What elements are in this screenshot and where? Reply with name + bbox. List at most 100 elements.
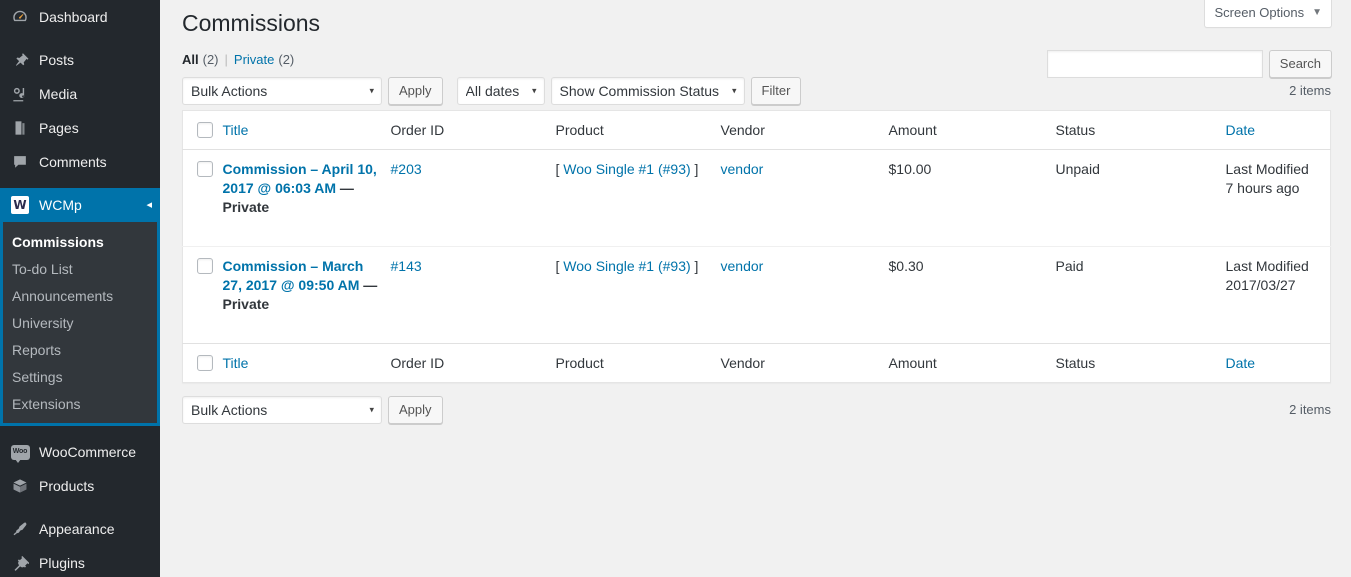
sidebar-item-plugins[interactable]: Plugins — [0, 546, 160, 577]
sidebar-subitem-extensions[interactable]: Extensions — [0, 391, 160, 418]
filter-button[interactable]: Filter — [751, 77, 802, 105]
cell-vendor: vendor — [721, 247, 889, 344]
column-footer-vendor: Vendor — [721, 344, 889, 383]
vendor-link[interactable]: vendor — [721, 258, 764, 274]
sidebar-item-label: Plugins — [39, 554, 160, 572]
select-all-checkbox-bottom[interactable] — [197, 355, 213, 371]
media-icon — [10, 84, 30, 104]
admin-sidebar: Dashboard Posts — [0, 0, 160, 577]
view-link-private[interactable]: Private — [234, 50, 274, 70]
dashboard-icon — [10, 7, 30, 27]
products-box-icon — [10, 476, 30, 496]
admin-screen: Dashboard Posts — [0, 0, 1351, 577]
commission-status-select[interactable]: Show Commission Status — [551, 77, 745, 105]
select-all-checkbox-top[interactable] — [197, 122, 213, 138]
sidebar-item-woocommerce[interactable]: Woo WooCommerce — [0, 435, 160, 469]
sidebar-subitem-todo-list[interactable]: To-do List — [0, 256, 160, 283]
sidebar-divider — [0, 503, 160, 512]
comments-icon — [10, 152, 30, 172]
column-header-product: Product — [556, 111, 721, 150]
sidebar-subitem-university[interactable]: University — [0, 310, 160, 337]
sidebar-subitem-reports[interactable]: Reports — [0, 337, 160, 364]
vendor-link[interactable]: vendor — [721, 161, 764, 177]
table-row: Commission – April 10, 2017 @ 06:03 AM —… — [183, 150, 1331, 247]
date-value: 2017/03/27 — [1226, 276, 1321, 295]
cell-status: Unpaid — [1056, 150, 1226, 247]
product-bracket-open: [ — [556, 161, 560, 177]
chevron-down-icon: ▼ — [1312, 8, 1322, 18]
order-id-link[interactable]: #143 — [391, 258, 422, 274]
product-link[interactable]: Woo Single #1 (#93) — [563, 161, 690, 177]
sidebar-item-comments[interactable]: Comments — [0, 145, 160, 179]
pin-icon — [10, 50, 30, 70]
woocommerce-icon: Woo — [10, 442, 30, 462]
sidebar-subitem-settings[interactable]: Settings — [0, 364, 160, 391]
table-header-row: Title Order ID Product Vendor Amount Sta… — [183, 111, 1331, 150]
cell-title: Commission – March 27, 2017 @ 09:50 AM —… — [223, 247, 391, 344]
sidebar-item-label: Pages — [39, 119, 160, 137]
column-sort-date[interactable]: Date — [1226, 122, 1256, 138]
column-header-order-id: Order ID — [391, 111, 556, 150]
view-divider-wrap: | — [219, 50, 234, 70]
column-header-date[interactable]: Date — [1226, 111, 1331, 150]
column-footer-status: Status — [1056, 344, 1226, 383]
row-checkbox[interactable] — [197, 161, 213, 177]
cell-title: Commission – April 10, 2017 @ 06:03 AM —… — [223, 150, 391, 247]
view-link-private-wrap: Private (2) — [234, 50, 294, 70]
sidebar-item-label: WooCommerce — [39, 443, 160, 461]
search-input[interactable] — [1047, 50, 1263, 78]
cell-order-id: #203 — [391, 150, 556, 247]
table-row: Commission – March 27, 2017 @ 09:50 AM —… — [183, 247, 1331, 344]
bulk-apply-button-top[interactable]: Apply — [388, 77, 443, 105]
sidebar-group-commerce: Woo WooCommerce Products — [0, 435, 160, 503]
cell-vendor: vendor — [721, 150, 889, 247]
sidebar-divider — [0, 179, 160, 188]
search-button[interactable]: Search — [1269, 50, 1332, 78]
sidebar-divider — [0, 426, 160, 435]
column-sort-title-bottom[interactable]: Title — [223, 355, 249, 371]
column-header-title[interactable]: Title — [223, 111, 391, 150]
sidebar-item-appearance[interactable]: Appearance — [0, 512, 160, 546]
sidebar-item-products[interactable]: Products — [0, 469, 160, 503]
product-bracket-close: ] — [695, 161, 699, 177]
view-link-all[interactable]: All — [182, 50, 199, 70]
column-sort-date-bottom[interactable]: Date — [1226, 355, 1256, 371]
bulk-actions-select-bottom[interactable]: Bulk Actions — [182, 396, 382, 424]
sidebar-item-label: Dashboard — [39, 8, 160, 26]
sidebar-item-wcmp[interactable]: W WCMp ◂ — [0, 188, 160, 222]
product-link[interactable]: Woo Single #1 (#93) — [563, 258, 690, 274]
cell-status: Paid — [1056, 247, 1226, 344]
sidebar-item-pages[interactable]: Pages — [0, 111, 160, 145]
product-bracket-open: [ — [556, 258, 560, 274]
chevron-left-icon[interactable]: ◂ — [146, 200, 152, 211]
sidebar-item-media[interactable]: Media — [0, 77, 160, 111]
cell-date: Last Modified 7 hours ago — [1226, 150, 1331, 247]
appearance-brush-icon — [10, 519, 30, 539]
bulk-actions-select-wrap-top: Bulk Actions ▾ — [182, 77, 382, 105]
sidebar-subitem-announcements[interactable]: Announcements — [0, 283, 160, 310]
date-filter-select[interactable]: All dates — [457, 77, 545, 105]
sidebar-item-label: Media — [39, 85, 160, 103]
column-header-vendor: Vendor — [721, 111, 889, 150]
sidebar-item-posts[interactable]: Posts — [0, 43, 160, 77]
order-id-link[interactable]: #203 — [391, 161, 422, 177]
cell-amount: $0.30 — [889, 247, 1056, 344]
commission-title-link[interactable]: Commission – March 27, 2017 @ 09:50 AM — [223, 258, 364, 293]
column-sort-title[interactable]: Title — [223, 122, 249, 138]
view-count-private: (2) — [278, 50, 294, 70]
displaying-num-bottom: 2 items — [1289, 396, 1331, 424]
row-checkbox[interactable] — [197, 258, 213, 274]
bulk-actions-select-top[interactable]: Bulk Actions — [182, 77, 382, 105]
sidebar-item-dashboard[interactable]: Dashboard — [0, 0, 160, 34]
bulk-apply-button-bottom[interactable]: Apply — [388, 396, 443, 424]
sidebar-subitem-commissions[interactable]: Commissions — [0, 229, 160, 256]
screen-meta-links: Screen Options ▼ — [1204, 0, 1332, 28]
row-select-cell — [183, 247, 223, 344]
column-footer-amount: Amount — [889, 344, 1056, 383]
view-count-all: (2) — [203, 50, 219, 70]
column-footer-title[interactable]: Title — [223, 344, 391, 383]
column-footer-date[interactable]: Date — [1226, 344, 1331, 383]
sidebar-item-label: WCMp — [39, 196, 146, 214]
screen-options-button[interactable]: Screen Options ▼ — [1204, 0, 1332, 28]
tablenav-top: Bulk Actions ▾ Apply All dates ▾ Show Co… — [182, 76, 1331, 106]
